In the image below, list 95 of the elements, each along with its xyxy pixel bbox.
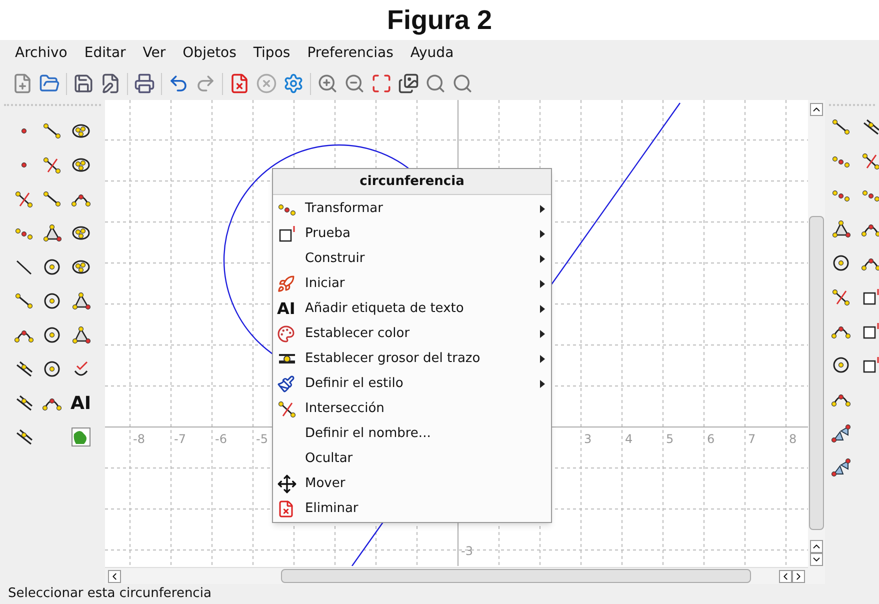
scroll-up-icon [810,540,823,553]
context-menu-item[interactable]: Prueba [273,221,551,246]
cross-tool-icon[interactable] [277,398,297,418]
axis-label: 8 [789,431,797,448]
delete-icon[interactable] [229,73,250,94]
paintbrush-icon [277,374,295,392]
box-tool-icon[interactable] [277,224,297,244]
context-menu-item[interactable]: Intersección [273,396,551,421]
zoom-out-icon[interactable] [344,73,365,94]
axis-label: 5 [666,431,674,448]
text-label-glyph: AI [277,298,296,320]
axis-label: 7 [748,431,756,448]
segment-tool-icon[interactable] [14,291,34,311]
scrollbar-thumb[interactable] [809,216,824,530]
fit-view-icon[interactable] [371,73,392,94]
axis-label: 4 [625,431,633,448]
segment-tool-icon[interactable] [831,117,851,137]
scrollbar-thumb[interactable] [281,569,751,583]
axis-label: 6 [707,431,715,448]
zoom-icon[interactable] [452,73,473,94]
zoom-in-icon[interactable] [317,73,338,94]
poly-tool-icon[interactable] [70,325,91,345]
zoom-area-icon[interactable] [425,73,446,94]
menu-item[interactable]: Editar [77,43,133,64]
circle-tool-icon[interactable] [42,257,62,277]
context-menu-item[interactable]: Eliminar [273,496,551,521]
context-menu-item[interactable]: Construir [273,246,551,271]
parallel-tool-icon[interactable] [861,117,879,137]
scroll-right-icon [792,570,805,582]
new-file-icon[interactable] [12,73,33,94]
text-tool[interactable]: AI [70,390,92,416]
settings-icon[interactable] [283,73,304,94]
print-icon[interactable] [134,73,155,94]
poly-tool-icon[interactable] [831,219,851,239]
circle-tool-icon[interactable] [42,359,62,379]
axis-label: 3 [584,431,592,448]
screenshot-icon[interactable] [398,73,419,94]
circle-tool-icon[interactable] [42,325,62,345]
circle-tool-icon[interactable] [42,291,62,311]
axis-label: -5 [256,431,268,448]
context-menu-item[interactable]: Transformar [273,196,551,221]
menu-item[interactable]: Ver [136,43,173,64]
cross-tool-icon[interactable] [861,151,879,171]
segment-tool-icon[interactable] [42,189,62,209]
scroll-left-icon [779,570,792,582]
menu-item[interactable]: Preferencias [300,43,400,64]
scroll-left-icon [108,570,121,582]
context-menu-item[interactable]: Definir el estilo [273,371,551,396]
parallel-tool-icon[interactable] [14,427,34,447]
scroll-down-icon [810,553,823,566]
cross-tool-icon[interactable] [14,189,34,209]
menu-item[interactable]: Archivo [8,43,74,64]
color-icon [277,324,295,342]
poly-tool-icon[interactable] [42,223,62,243]
parallel-tool-icon[interactable] [14,359,34,379]
parallel-tool-icon[interactable] [14,393,34,413]
cross-tool-icon[interactable] [42,155,62,175]
move-icon [277,474,297,494]
tri-tool-icon[interactable] [831,423,851,443]
open-folder-icon[interactable] [39,73,60,94]
context-menu-item[interactable]: Iniciar [273,271,551,296]
menu-item[interactable]: Ayuda [403,43,461,64]
poly-tool-icon[interactable] [70,291,91,311]
context-menu-item[interactable]: Establecer grosor del trazo [273,346,551,371]
cross-tool-icon[interactable] [831,287,851,307]
horizontal-scrollbar[interactable] [105,567,808,584]
vertical-scrollbar[interactable] [808,100,825,584]
status-bar-text: Seleccionar esta circunferencia [8,585,212,604]
context-menu-title: circunferencia [273,169,551,195]
context-menu-item[interactable]: Establecer color [273,321,551,346]
undo-icon[interactable] [168,73,189,94]
context-menu-item[interactable]: AI Añadir etiqueta de texto [273,296,551,321]
rocket-icon [277,274,295,292]
segment-tool-icon[interactable] [42,121,62,141]
context-menu-item[interactable]: Ocultar [273,446,551,471]
axis-label: -3 [461,543,473,560]
circle-tool-icon[interactable] [831,253,851,273]
axis-label: -8 [133,431,145,448]
axis-label: -7 [174,431,186,448]
scroll-up-icon [810,103,823,116]
box-tool-icon[interactable] [861,287,879,307]
menu-item[interactable]: Tipos [246,43,298,64]
save-as-icon[interactable] [100,73,121,94]
box-tool-icon[interactable] [861,321,879,341]
save-icon[interactable] [73,73,94,94]
image-tool-icon[interactable] [70,426,92,448]
circle-tool-icon[interactable] [831,355,851,375]
figure-caption: Figura 2 [386,4,492,37]
axis-label: -6 [215,431,227,448]
tri-tool-icon[interactable] [831,457,851,477]
box-tool-icon[interactable] [861,355,879,375]
menu-item[interactable]: Objetos [176,43,244,64]
context-menu-item[interactable]: Definir el nombre... [273,421,551,446]
context-menu-item[interactable]: Mover [273,471,551,496]
delete-icon [277,500,295,518]
